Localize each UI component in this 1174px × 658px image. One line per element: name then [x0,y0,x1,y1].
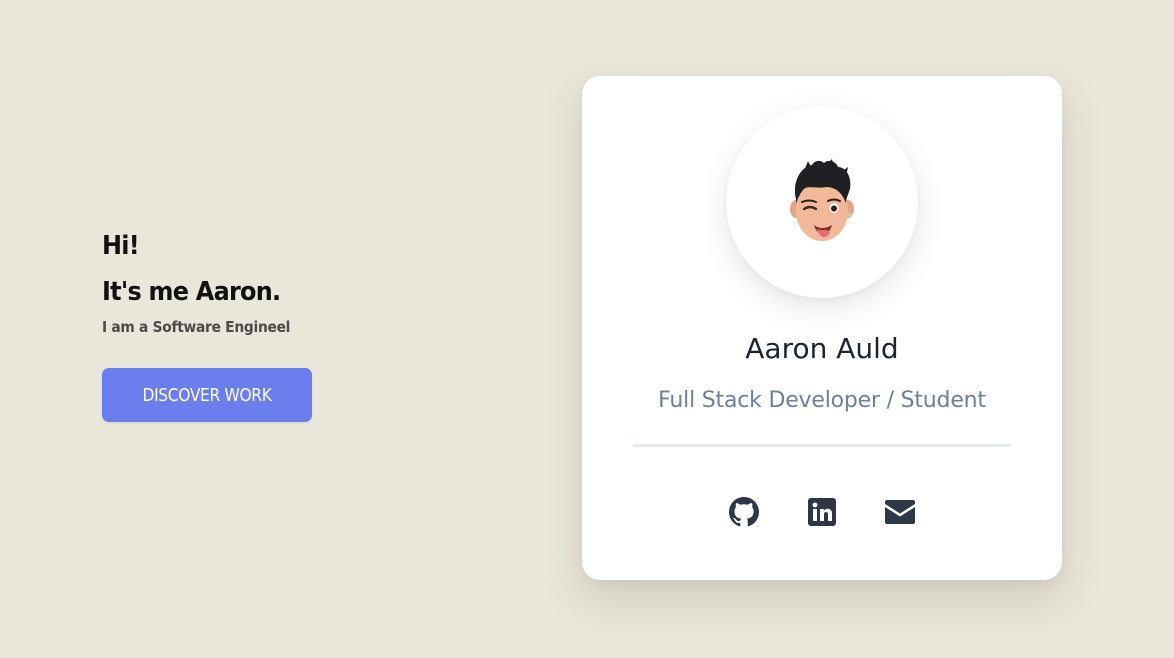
tagline-text: I am a Software Engineel [102,318,291,336]
linkedin-link[interactable] [804,494,840,530]
profile-role: Full Stack Developer / Student [658,388,986,413]
email-link[interactable] [882,494,918,530]
profile-card: Aaron Auld Full Stack Developer / Studen… [582,76,1062,580]
intro-section: Hi! It's me Aaron. I am a Software Engin… [102,226,422,336]
linkedin-icon [808,498,836,526]
discover-work-button[interactable]: DISCOVER WORK [102,368,312,422]
discover-work-label: DISCOVER WORK [142,384,272,406]
memoji-avatar-icon [790,159,854,241]
divider [633,444,1011,447]
profile-name: Aaron Auld [745,332,899,365]
greeting-heading: Hi! [102,231,140,261]
avatar [726,106,918,298]
github-link[interactable] [726,494,762,530]
social-links [582,494,1062,530]
page: Hi! It's me Aaron. I am a Software Engin… [0,0,1174,658]
email-icon [885,500,915,524]
headline-heading: It's me Aaron. [102,277,281,307]
github-icon [729,497,759,527]
